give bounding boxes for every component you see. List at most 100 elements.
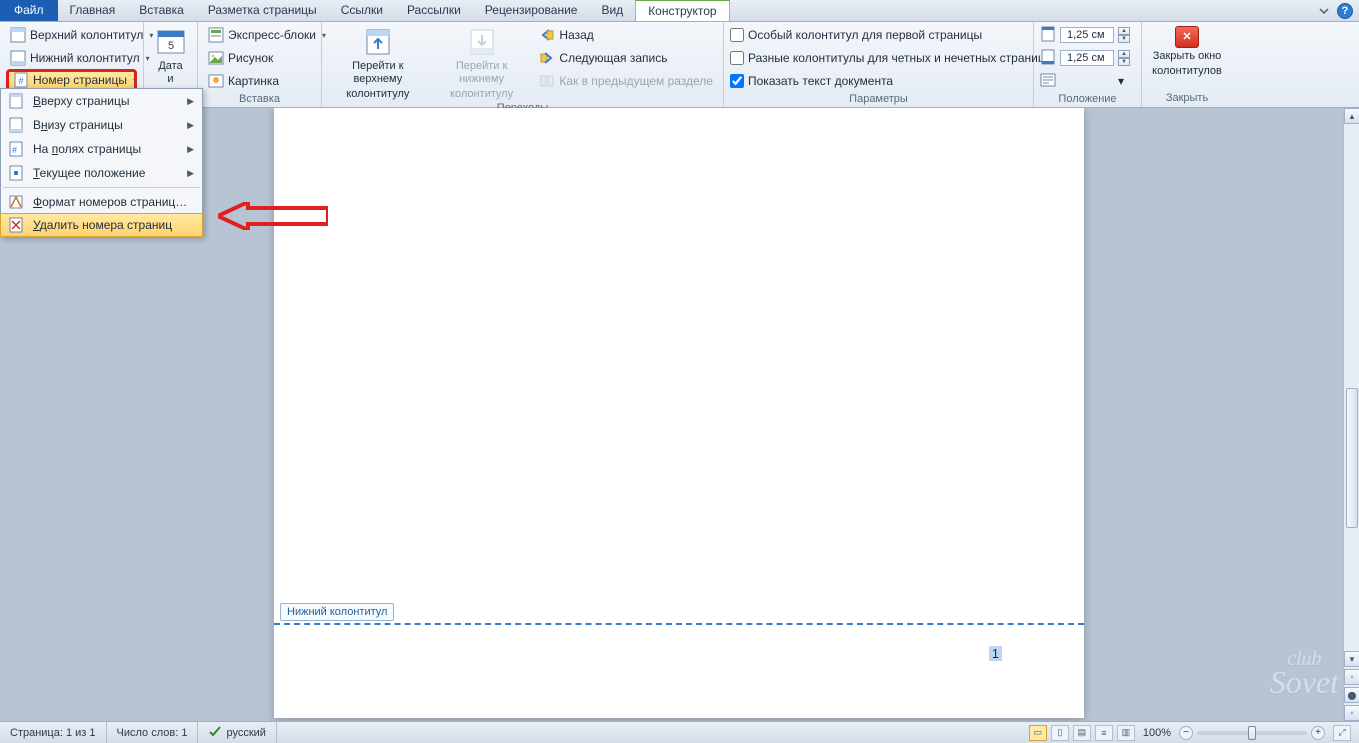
svg-text:#: # (18, 76, 23, 86)
align-tab-icon (1040, 72, 1056, 91)
goto-header-button[interactable]: Перейти к верхнему колонтитулу (328, 24, 428, 101)
goto-footer-button: Перейти к нижнему колонтитулу (432, 24, 532, 101)
menu-current-position[interactable]: Текущее положение ▶ (1, 161, 202, 185)
tab-file[interactable]: Файл (0, 0, 58, 21)
status-language[interactable]: русский (198, 722, 276, 743)
page-number-menu: Вверху страницы ▶ Внизу страницы ▶ # На … (0, 88, 203, 237)
tab-layout[interactable]: Разметка страницы (196, 0, 329, 21)
footer-button[interactable]: Нижний колонтитул ▾ (6, 47, 137, 69)
footer-tag[interactable]: Нижний колонтитул (280, 603, 394, 621)
menu-remove-page-numbers[interactable]: Удалить номера страниц (0, 213, 203, 237)
tab-view[interactable]: Вид (589, 0, 635, 21)
link-previous-button: Как в предыдущем разделе (535, 70, 717, 92)
status-bar: Страница: 1 из 1 Число слов: 1 русский ▭… (0, 721, 1359, 743)
page[interactable]: Нижний колонтитул 1 (274, 108, 1084, 718)
next-icon (539, 50, 555, 66)
footer-margin-icon (1040, 49, 1056, 68)
vertical-scrollbar[interactable]: ▲ ▼ ◦ ⬤ ◦ (1343, 108, 1359, 721)
zoom-knob[interactable] (1248, 726, 1256, 740)
zoom-value[interactable]: 100% (1143, 727, 1171, 739)
zoom-fit-button[interactable]: ⤢ (1333, 725, 1351, 741)
format-icon (7, 193, 25, 211)
dropdown-arrow-icon: ▾ (1118, 74, 1124, 88)
menu-bottom-of-page[interactable]: Внизу страницы ▶ (1, 113, 202, 137)
header-margin-icon (1040, 26, 1056, 45)
scroll-down-icon[interactable]: ▼ (1344, 651, 1359, 667)
footer-from-bottom[interactable]: 1,25 см ▲▼ (1040, 47, 1130, 69)
group-label-insert: Вставка (198, 92, 321, 108)
picture-icon (208, 50, 224, 66)
show-text-checkbox[interactable] (730, 74, 744, 88)
nav-next-button[interactable]: Следующая запись (535, 47, 717, 69)
next-page-icon[interactable]: ◦ (1344, 705, 1359, 721)
first-page-checkbox[interactable] (730, 28, 744, 42)
page-number-label: Номер страницы (33, 73, 127, 87)
view-web[interactable]: ▤ (1073, 725, 1091, 741)
status-page[interactable]: Страница: 1 из 1 (0, 722, 107, 743)
zoom-slider[interactable] (1197, 731, 1307, 735)
zoom-out-button[interactable]: − (1179, 726, 1193, 740)
submenu-arrow-icon: ▶ (187, 120, 194, 131)
page-margins-icon: # (7, 140, 25, 158)
header-button[interactable]: Верхний колонтитул ▾ (6, 24, 137, 46)
close-header-footer-button[interactable]: ✕ Закрыть окно колонтитулов (1148, 24, 1226, 78)
minimize-ribbon-icon[interactable] (1317, 4, 1331, 18)
help-icon[interactable]: ? (1337, 3, 1353, 19)
insert-alignment-tab[interactable]: ▾ (1040, 70, 1130, 92)
goto-footer-icon (466, 26, 498, 58)
page-top-icon (7, 92, 25, 110)
quick-parts-button[interactable]: Экспресс-блоки ▾ (204, 24, 330, 46)
view-draft[interactable]: ▥ (1117, 725, 1135, 741)
menu-separator (3, 187, 200, 188)
scroll-thumb[interactable] (1346, 388, 1358, 528)
page-number-field[interactable]: 1 (989, 646, 1002, 661)
show-text-check[interactable]: Показать текст документа (730, 70, 1045, 92)
back-icon (539, 27, 555, 43)
spinner[interactable]: ▲▼ (1118, 27, 1130, 43)
nav-back-button[interactable]: Назад (535, 24, 717, 46)
browse-object-icon[interactable]: ⬤ (1344, 687, 1359, 703)
view-fullscreen[interactable]: ▯ (1051, 725, 1069, 741)
status-words[interactable]: Число слов: 1 (107, 722, 199, 743)
ribbon: Верхний колонтитул ▾ Нижний колонтитул ▾… (0, 22, 1359, 108)
page-bottom-icon (7, 116, 25, 134)
group-label-options: Параметры (724, 92, 1033, 108)
calendar-icon: 5 (155, 26, 187, 58)
header-from-top[interactable]: 1,25 см ▲▼ (1040, 24, 1130, 46)
dropdown-arrow-icon: ▾ (133, 76, 137, 85)
first-page-check[interactable]: Особый колонтитул для первой страницы (730, 24, 1045, 46)
prev-page-icon[interactable]: ◦ (1344, 669, 1359, 685)
view-outline[interactable]: ≡ (1095, 725, 1113, 741)
picture-button[interactable]: Рисунок (204, 47, 330, 69)
current-pos-icon (7, 164, 25, 182)
zoom-in-button[interactable]: + (1311, 726, 1325, 740)
group-label-close: Закрыть (1142, 91, 1232, 107)
tab-home[interactable]: Главная (58, 0, 128, 21)
submenu-arrow-icon: ▶ (187, 96, 194, 107)
odd-even-checkbox[interactable] (730, 51, 744, 65)
scroll-up-icon[interactable]: ▲ (1344, 108, 1359, 124)
close-icon: ✕ (1175, 26, 1199, 48)
svg-text:5: 5 (167, 40, 173, 52)
header-icon (10, 27, 26, 43)
tab-design[interactable]: Конструктор (635, 0, 729, 21)
menu-format-page-numbers[interactable]: Формат номеров страниц… (1, 190, 202, 214)
clipart-icon (208, 73, 224, 89)
remove-icon (7, 216, 25, 234)
clipart-button[interactable]: Картинка (204, 70, 330, 92)
tab-insert[interactable]: Вставка (127, 0, 196, 21)
view-print-layout[interactable]: ▭ (1029, 725, 1047, 741)
document-area: Нижний колонтитул 1 ▲ ▼ ◦ ⬤ ◦ club Sovet (0, 108, 1359, 721)
tab-references[interactable]: Ссылки (329, 0, 395, 21)
footer-icon (10, 50, 26, 66)
group-label-position: Положение (1034, 92, 1141, 108)
tab-review[interactable]: Рецензирование (473, 0, 590, 21)
page-number-icon: # (13, 72, 29, 88)
odd-even-check[interactable]: Разные колонтитулы для четных и нечетных… (730, 47, 1045, 69)
tab-mailings[interactable]: Рассылки (395, 0, 473, 21)
footer-divider (274, 623, 1084, 625)
spinner[interactable]: ▲▼ (1118, 50, 1130, 66)
menu-top-of-page[interactable]: Вверху страницы ▶ (1, 89, 202, 113)
menu-page-margins[interactable]: # На полях страницы ▶ (1, 137, 202, 161)
tab-strip: Файл Главная Вставка Разметка страницы С… (0, 0, 1359, 22)
